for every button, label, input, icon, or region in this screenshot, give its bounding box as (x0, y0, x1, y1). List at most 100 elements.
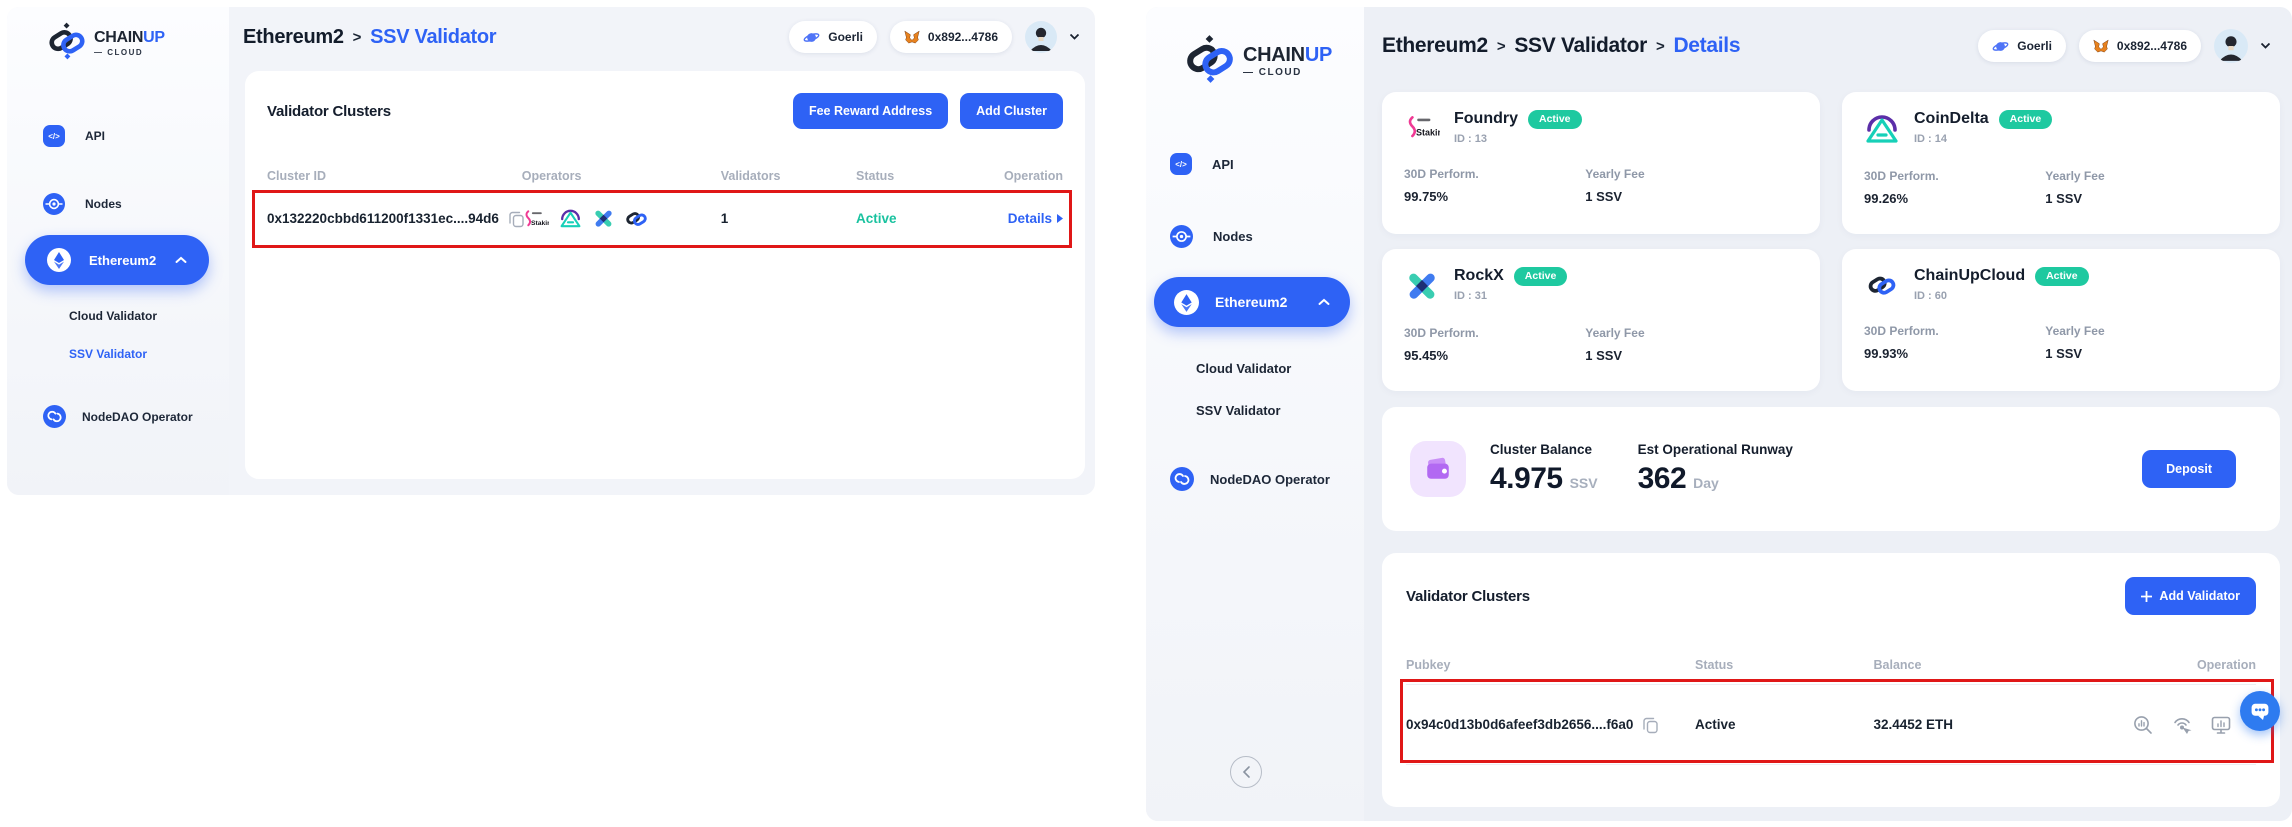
perf-label: 30D Perform. (1404, 326, 1585, 340)
wallet-badge[interactable]: 0x892...4786 (890, 21, 1012, 53)
breadcrumb-root[interactable]: Ethereum2 (243, 26, 344, 49)
chevron-up-icon (1318, 293, 1330, 311)
planet-icon (803, 29, 820, 46)
monitor-chart-icon[interactable] (2210, 714, 2232, 736)
chevron-left-icon (1241, 765, 1251, 779)
details-link[interactable]: Details (1008, 211, 1063, 226)
avatar[interactable] (1025, 21, 1057, 53)
chainup-logo-text: CHAINUP — CLOUD (1243, 45, 1332, 78)
sidebar: CHAINUP — CLOUD </> API Nodes Ethereum2 … (1146, 7, 1364, 821)
chainup-logo[interactable]: CHAINUP — CLOUD (1184, 33, 1332, 90)
sidebar-item-cloud-validator[interactable]: Cloud Validator (69, 309, 157, 323)
cluster-balance-value: 4.975 (1490, 462, 1563, 496)
metamask-icon (2093, 39, 2109, 54)
sidebar-item-ethereum2[interactable]: Ethereum2 (1154, 277, 1350, 327)
operator-card-foundry[interactable]: Staking Foundry Active ID : 13 30D Perfo… (1382, 92, 1820, 234)
topbar: Ethereum2 > SSV Validator Goerli 0x892..… (229, 7, 1095, 67)
wallet-icon (1410, 441, 1466, 497)
operator-card-rockx[interactable]: RockX Active ID : 31 30D Perform. 95.45%… (1382, 249, 1820, 391)
sidebar-item-ssv-validator[interactable]: SSV Validator (69, 347, 147, 361)
chainupcloud-operator-icon (625, 207, 648, 230)
operator-name: ChainUpCloud (1914, 267, 2025, 285)
code-icon: </> (1170, 153, 1192, 175)
foundry-logo-icon: Staking (1404, 112, 1440, 142)
chainupcloud-logo-icon (1864, 270, 1900, 300)
active-badge: Active (1999, 110, 2053, 129)
chevron-down-icon[interactable] (1070, 34, 1079, 40)
sidebar-item-nodedao-operator[interactable]: NodeDAO Operator (43, 405, 193, 428)
collapse-sidebar-button[interactable] (1230, 756, 1262, 788)
analytics-search-icon[interactable] (2132, 714, 2154, 736)
fee-reward-address-button[interactable]: Fee Reward Address (793, 93, 948, 129)
chevron-up-icon (175, 251, 187, 269)
col-header-balance: Balance (1874, 658, 2104, 672)
operator-card-chainupcloud[interactable]: ChainUpCloud Active ID : 60 30D Perform.… (1842, 249, 2280, 391)
validator-clusters-card: Validator Clusters Add Validator Pubkey … (1382, 553, 2280, 807)
network-badge[interactable]: Goerli (1978, 30, 2066, 62)
fee-label: Yearly Fee (1585, 326, 1644, 340)
avatar[interactable] (2214, 29, 2248, 63)
nodes-icon (43, 193, 65, 215)
operator-card-coindelta[interactable]: CoinDelta Active ID : 14 30D Perform. 99… (1842, 92, 2280, 234)
topbar: Ethereum2 > SSV Validator > Details Goer… (1364, 7, 2292, 85)
svg-text:Staking: Staking (1416, 127, 1440, 137)
cluster-balance-unit: SSV (1570, 475, 1598, 491)
active-badge: Active (1514, 267, 1568, 286)
sidebar-item-ethereum2[interactable]: Ethereum2 (25, 235, 209, 285)
nodes-icon (1170, 225, 1193, 248)
chevron-down-icon[interactable] (2261, 43, 2270, 49)
chainup-logo[interactable]: CHAINUP — CLOUD (47, 21, 165, 66)
sidebar-item-api[interactable]: </> API (1170, 153, 1234, 175)
breadcrumb-separator: > (1497, 38, 1505, 55)
col-header-operators: Operators (522, 169, 721, 183)
runway-label: Est Operational Runway (1638, 442, 1793, 457)
sidebar-item-nodedao-operator[interactable]: NodeDAO Operator (1170, 467, 1330, 491)
breadcrumb-root[interactable]: Ethereum2 (1382, 34, 1488, 58)
perf-value: 99.75% (1404, 189, 1585, 204)
section-title: Validator Clusters (1406, 588, 1530, 605)
col-header-cluster-id: Cluster ID (267, 169, 522, 183)
sidebar-item-cloud-validator[interactable]: Cloud Validator (1196, 361, 1291, 376)
col-header-status: Status (856, 169, 967, 183)
copy-icon[interactable] (1642, 716, 1659, 734)
breadcrumb-separator: > (353, 29, 361, 46)
active-badge: Active (1528, 110, 1582, 129)
perf-value: 99.93% (1864, 346, 2045, 361)
chat-fab-button[interactable] (2240, 691, 2280, 731)
sidebar-item-nodes[interactable]: Nodes (43, 193, 122, 215)
metamask-icon (904, 30, 920, 45)
runway-value: 362 (1638, 462, 1687, 496)
sidebar-item-api[interactable]: </> API (43, 125, 105, 147)
breadcrumb-current: Details (1673, 34, 1740, 58)
breadcrumb-current: SSV Validator (370, 26, 496, 49)
add-cluster-button[interactable]: Add Cluster (960, 93, 1063, 129)
link-icon (43, 405, 66, 428)
fee-label: Yearly Fee (2045, 169, 2104, 183)
sidebar-item-ssv-validator[interactable]: SSV Validator (1196, 403, 1281, 418)
operator-id: ID : 13 (1454, 133, 1582, 145)
add-validator-button[interactable]: Add Validator (2125, 577, 2256, 615)
status-value: Active (856, 211, 967, 226)
cluster-balance-label: Cluster Balance (1490, 442, 1598, 457)
deposit-button[interactable]: Deposit (2142, 450, 2236, 488)
sidebar: CHAINUP — CLOUD </> API Nodes Ethereum2 … (7, 7, 229, 495)
fee-value: 1 SSV (1585, 348, 1644, 363)
fee-value: 1 SSV (2045, 191, 2104, 206)
network-badge[interactable]: Goerli (789, 21, 877, 53)
sidebar-item-nodes[interactable]: Nodes (1170, 225, 1253, 248)
validator-row[interactable]: 0x94c0d13b0d6afeef3db2656....f6a0 Active… (1406, 685, 2256, 765)
col-header-status: Status (1695, 658, 1874, 672)
perf-value: 95.45% (1404, 348, 1585, 363)
breadcrumb: Ethereum2 > SSV Validator > Details (1382, 34, 1740, 58)
ssv-validator-details-panel: CHAINUP — CLOUD </> API Nodes Ethereum2 … (1146, 7, 2292, 821)
wallet-badge[interactable]: 0x892...4786 (2079, 30, 2201, 62)
coindelta-operator-icon (559, 207, 582, 230)
beacon-icon[interactable] (2171, 714, 2193, 736)
planet-icon (1992, 38, 2009, 55)
operator-id: ID : 14 (1914, 133, 2052, 145)
pubkey-value: 0x94c0d13b0d6afeef3db2656....f6a0 (1406, 717, 1633, 732)
balance-value: 32.4452 ETH (1874, 717, 2104, 732)
col-header-validators: Validators (721, 169, 856, 183)
breadcrumb-ssv-validator[interactable]: SSV Validator (1514, 34, 1647, 58)
cluster-row[interactable]: 0x132220cbbd611200f1331ec....94d6 Stakin… (267, 191, 1063, 247)
